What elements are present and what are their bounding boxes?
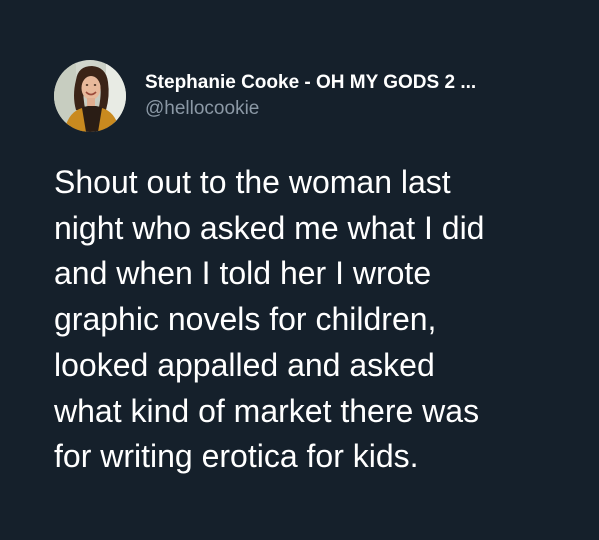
display-name[interactable]: Stephanie Cooke - OH MY GODS 2 ... xyxy=(145,71,476,95)
tweet-card: Stephanie Cooke - OH MY GODS 2 ... @hell… xyxy=(0,0,599,540)
tweet-header: Stephanie Cooke - OH MY GODS 2 ... @hell… xyxy=(54,60,476,132)
tweet-text-line: night who asked me what I did xyxy=(54,209,485,246)
tweet-text-line: for writing erotica for kids. xyxy=(54,438,419,475)
tweet-text-line: looked appalled and asked xyxy=(54,346,435,383)
avatar[interactable] xyxy=(54,60,126,132)
tweet-text-line: Shout out to the woman last xyxy=(54,164,451,200)
tweet-text-line: and when I told her I wrote xyxy=(54,255,432,292)
tweet-text-line: graphic novels for children, xyxy=(54,301,437,338)
tweet-text: Shout out to the woman last night who as… xyxy=(54,160,574,480)
avatar-photo-icon xyxy=(54,60,126,132)
user-handle[interactable]: @hellocookie xyxy=(145,97,476,121)
tweet-text-line: what kind of market there was xyxy=(54,392,480,429)
user-names: Stephanie Cooke - OH MY GODS 2 ... @hell… xyxy=(145,71,476,121)
